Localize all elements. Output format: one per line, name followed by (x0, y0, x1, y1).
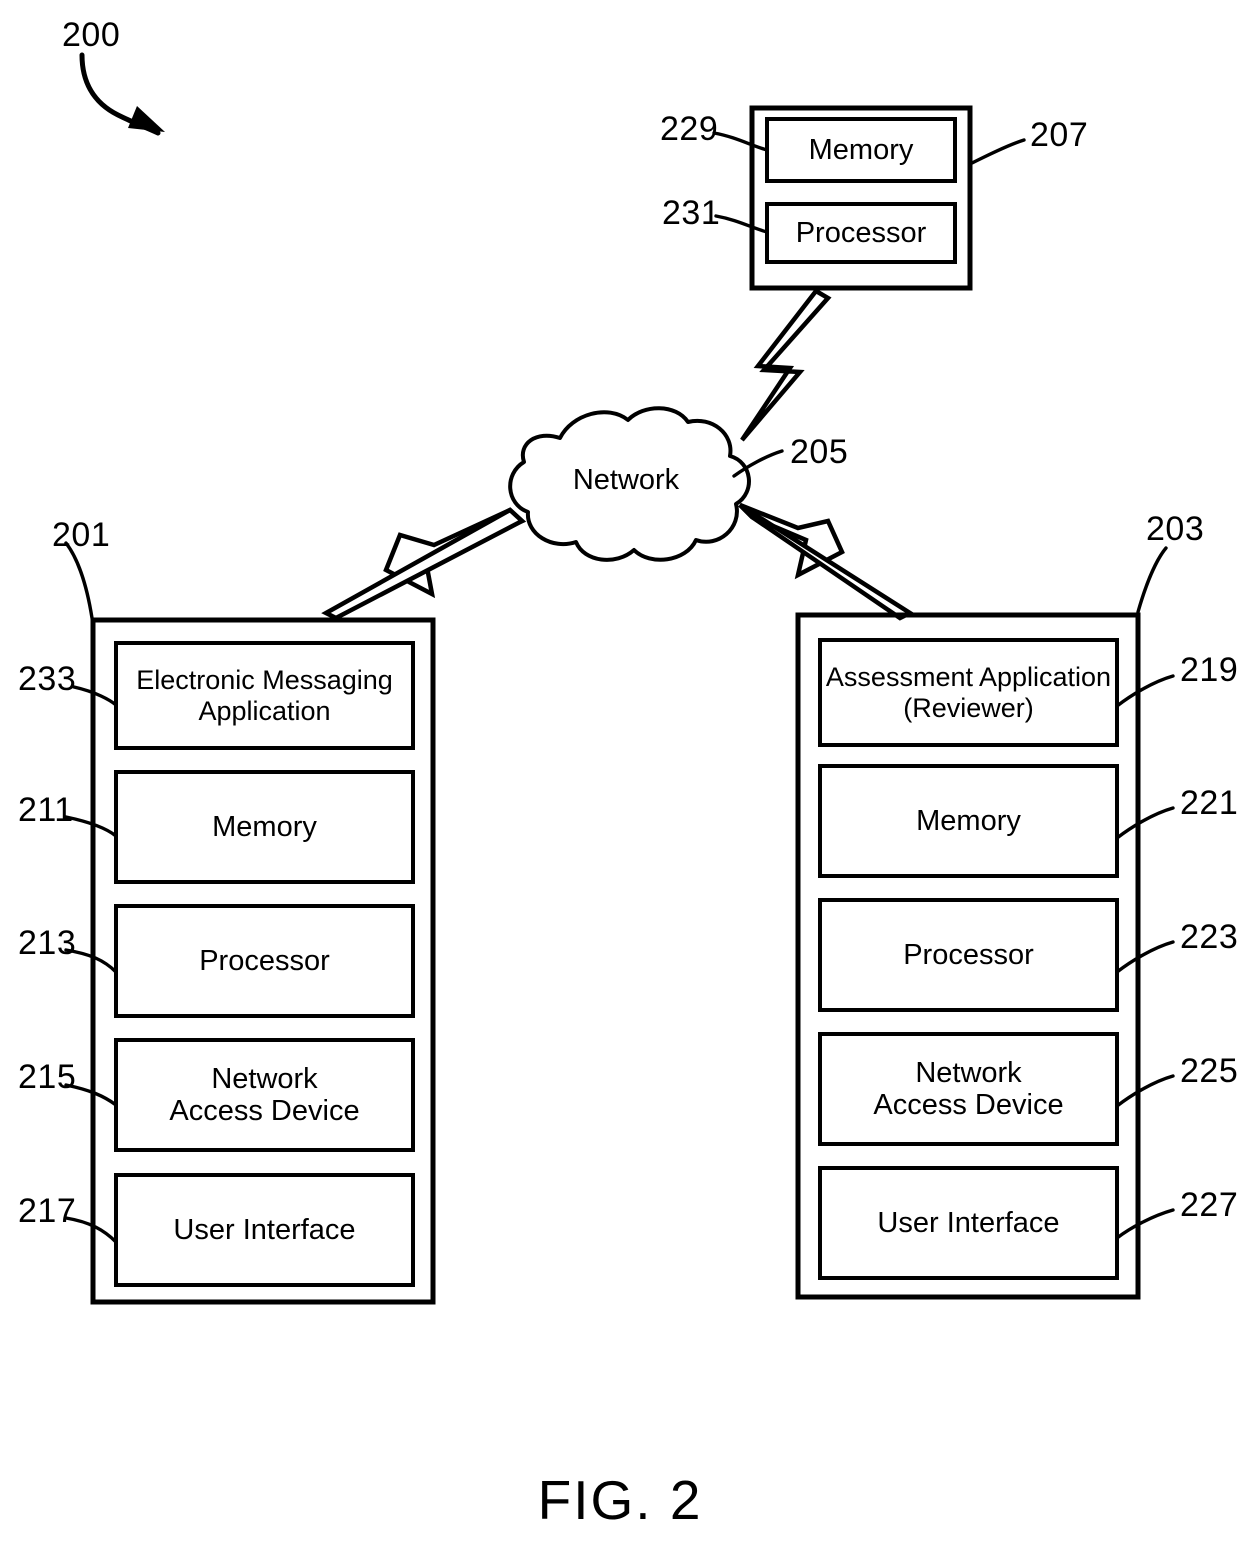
figure-caption: FIG. 2 (537, 1469, 703, 1531)
ref-223-processor: 223 (1180, 918, 1239, 956)
ref-215-network-access-device: 215 (18, 1058, 77, 1096)
server-box-outline (749, 105, 973, 291)
ref-227-user-interface: 227 (1180, 1186, 1239, 1224)
ref-201-left-device: 201 (52, 516, 111, 554)
patent-figure-2: 200 229 231 207 Memory Processor Network… (0, 0, 1240, 1543)
ref-225-network-access-device: 225 (1180, 1052, 1239, 1090)
left-device-outline (90, 617, 436, 1305)
ref-213-processor: 213 (18, 924, 77, 962)
ref-207-server: 207 (1030, 116, 1089, 154)
ref-217-user-interface: 217 (18, 1192, 77, 1230)
ref-233-electronic-messaging-application: 233 (18, 660, 77, 698)
ref-203-right-device: 203 (1146, 510, 1205, 548)
ref-229-memory: 229 (660, 110, 719, 148)
ref-221-memory: 221 (1180, 784, 1239, 822)
figure-number-arrow (79, 52, 165, 136)
ref-219-assessment-application: 219 (1180, 651, 1239, 689)
ref-205-network: 205 (790, 433, 849, 471)
lightning-bolt-server-network (740, 288, 832, 442)
network-label: Network (572, 464, 680, 496)
ref-231-processor: 231 (662, 194, 721, 232)
lightning-bolt-network-left-device (321, 507, 527, 621)
right-device-outline (795, 612, 1141, 1300)
diagram-vector-layer (64, 52, 1175, 1305)
lightning-bolt-network-right-device (738, 502, 915, 621)
ref-211-memory: 211 (18, 791, 74, 829)
figure-number-200: 200 (62, 16, 121, 54)
right-device-leader-lines (1115, 546, 1175, 1240)
